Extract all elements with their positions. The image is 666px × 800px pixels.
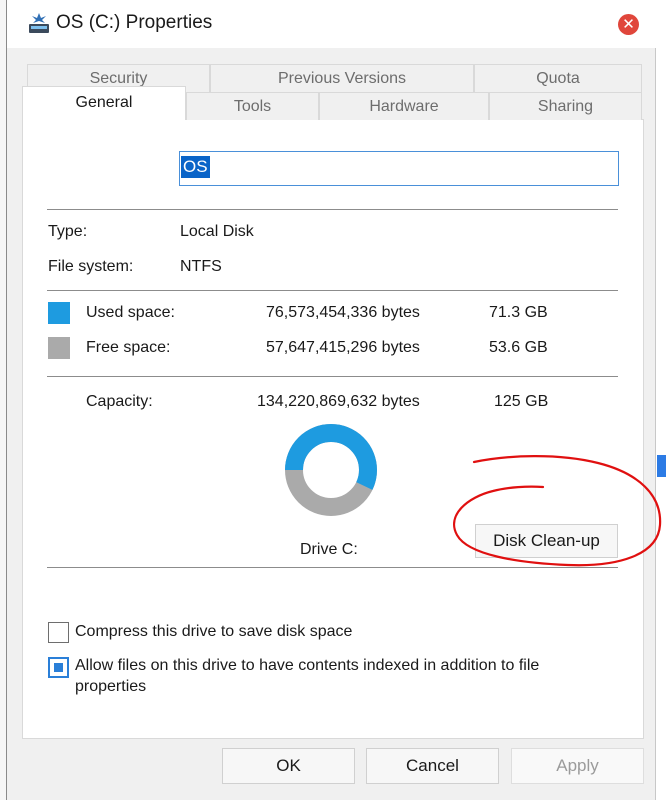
tab-label: General bbox=[75, 94, 133, 111]
drive-name-value: OS bbox=[181, 156, 210, 178]
index-label-line2: properties bbox=[75, 678, 147, 695]
drive-icon bbox=[28, 12, 50, 36]
used-space-bytes: 76,573,454,336 bytes bbox=[266, 304, 420, 321]
capacity-label: Capacity: bbox=[86, 393, 153, 410]
drive-name-input[interactable] bbox=[179, 151, 619, 186]
capacity-size: 125 GB bbox=[494, 393, 549, 410]
capacity-bytes: 134,220,869,632 bytes bbox=[257, 393, 420, 410]
index-checkbox[interactable] bbox=[48, 657, 69, 678]
used-space-label: Used space: bbox=[86, 304, 175, 321]
close-button[interactable]: ✕ bbox=[618, 14, 639, 35]
divider bbox=[47, 209, 618, 210]
compress-label: Compress this drive to save disk space bbox=[75, 623, 353, 640]
tab-label: Sharing bbox=[537, 98, 594, 115]
disk-usage-donut bbox=[284, 423, 378, 517]
tab-previous-versions[interactable]: Previous Versions bbox=[210, 64, 474, 92]
tab-general[interactable]: General bbox=[22, 86, 186, 120]
free-space-label: Free space: bbox=[86, 339, 171, 356]
compress-checkbox[interactable] bbox=[48, 622, 69, 643]
file-system-label: File system: bbox=[48, 258, 134, 275]
divider bbox=[47, 567, 618, 568]
ok-button[interactable]: OK bbox=[222, 748, 355, 784]
background-window-edge bbox=[655, 40, 666, 800]
divider bbox=[47, 290, 618, 291]
divider bbox=[47, 376, 618, 377]
type-value: Local Disk bbox=[180, 223, 254, 240]
tab-quota[interactable]: Quota bbox=[474, 64, 642, 92]
disk-cleanup-button[interactable]: Disk Clean-up bbox=[475, 524, 618, 558]
type-label: Type: bbox=[48, 223, 88, 240]
tab-label: Quota bbox=[536, 70, 580, 87]
close-icon: ✕ bbox=[622, 16, 635, 33]
used-space-swatch bbox=[48, 302, 70, 324]
free-space-swatch bbox=[48, 337, 70, 359]
tab-label: Security bbox=[89, 70, 148, 87]
apply-button[interactable]: Apply bbox=[511, 748, 644, 784]
used-space-size: 71.3 GB bbox=[489, 304, 548, 321]
tab-tools[interactable]: Tools bbox=[186, 92, 319, 120]
tab-sharing[interactable]: Sharing bbox=[489, 92, 642, 120]
window-title: OS (C:) Properties bbox=[56, 12, 213, 33]
free-space-bytes: 57,647,415,296 bytes bbox=[266, 339, 420, 356]
file-system-value: NTFS bbox=[180, 258, 222, 275]
tab-hardware[interactable]: Hardware bbox=[319, 92, 489, 120]
cancel-button[interactable]: Cancel bbox=[366, 748, 499, 784]
index-label-line1: Allow files on this drive to have conten… bbox=[75, 657, 540, 674]
background-window-accent bbox=[657, 455, 666, 477]
tab-label: Hardware bbox=[369, 98, 439, 115]
tab-label: Previous Versions bbox=[277, 70, 407, 87]
drive-label: Drive C: bbox=[300, 541, 358, 558]
tab-label: Tools bbox=[233, 98, 272, 115]
free-space-size: 53.6 GB bbox=[489, 339, 548, 356]
